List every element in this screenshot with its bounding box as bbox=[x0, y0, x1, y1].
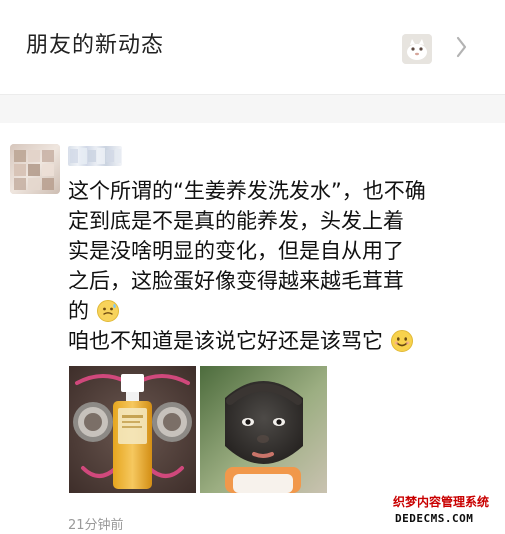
friends-moments-row[interactable]: 朋友的新动态 bbox=[0, 0, 505, 95]
shampoo-bottle-photo[interactable] bbox=[69, 366, 196, 493]
post-line: 定到底是不是真的能养发，头发上着 bbox=[68, 209, 404, 233]
cat-photo-thumbnail[interactable] bbox=[402, 34, 432, 64]
post-line-text: 咱也不知道是该说它好还是该骂它 bbox=[68, 329, 383, 353]
sweat-emoji-icon bbox=[96, 299, 120, 323]
watermark-chinese-text: 织梦内容管理系统 bbox=[393, 495, 490, 509]
smile-emoji-icon bbox=[390, 329, 414, 353]
section-gap bbox=[0, 95, 505, 123]
post-line-text: 的 bbox=[68, 299, 89, 323]
chevron-right-icon[interactable] bbox=[454, 34, 470, 60]
blurred-nickname[interactable] bbox=[68, 146, 122, 166]
photo-grid bbox=[69, 366, 329, 493]
post-line-with-emoji: 咱也不知道是该说它好还是该骂它 bbox=[68, 326, 478, 356]
post-line: 之后，这脸蛋好像变得越来越毛茸茸 bbox=[68, 269, 404, 293]
post-text: 这个所谓的“生姜养发洗发水”，也不确 定到底是不是真的能养发，头发上着 实是没啥… bbox=[68, 176, 478, 356]
post-line: 这个所谓的“生姜养发洗发水”，也不确 bbox=[68, 179, 426, 203]
friends-moments-title: 朋友的新动态 bbox=[26, 33, 165, 58]
wechat-moments-screen: 朋友的新动态 这个所谓的“生姜养发洗发水”，也不确 定到底是不是真的能养发，头发… bbox=[0, 0, 505, 534]
site-watermark: 织梦内容管理系统 DEDECMS.COM bbox=[393, 495, 503, 531]
avatar[interactable] bbox=[10, 144, 60, 194]
post-timestamp: 21分钟前 bbox=[68, 518, 124, 533]
post-line-with-emoji: 的 bbox=[68, 296, 478, 326]
watermark-english-text: DEDECMS.COM bbox=[395, 512, 474, 525]
post-line: 实是没啥明显的变化，但是自从用了 bbox=[68, 239, 404, 263]
hairy-face-child-photo[interactable] bbox=[200, 366, 327, 493]
